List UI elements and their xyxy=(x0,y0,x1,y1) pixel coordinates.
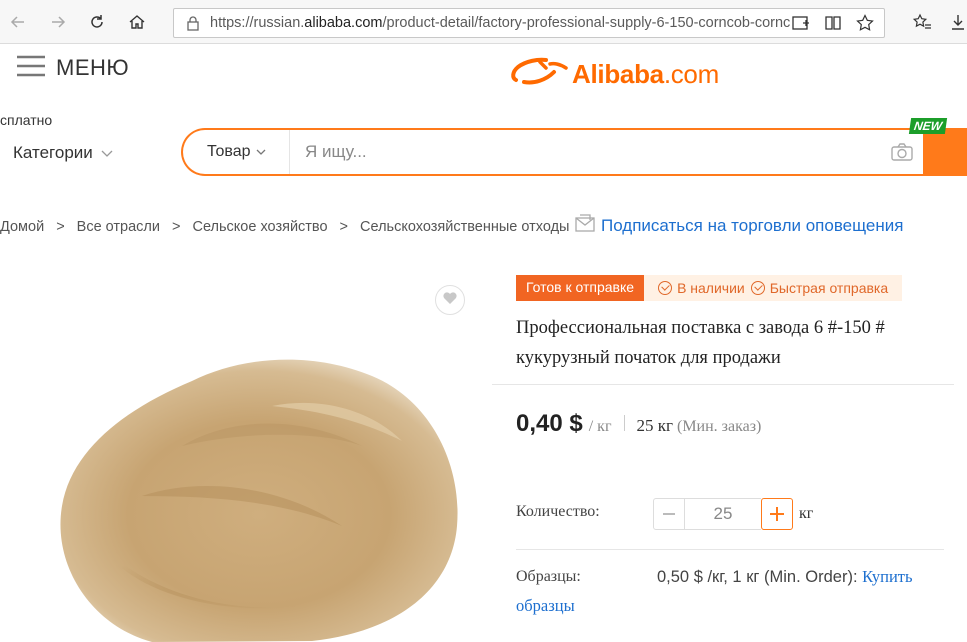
divider xyxy=(516,549,944,550)
chevron-down-icon xyxy=(256,143,266,161)
stock-badge: В наличии Быстрая отправка xyxy=(644,275,903,301)
subscribe-label: Подписаться на торговли оповещения xyxy=(601,215,904,235)
breadcrumb-item-agri-waste[interactable]: Сельскохозяйственные отходы xyxy=(360,219,569,235)
samples-price: 0,50 $ /кг, 1 кг (Min. Order): xyxy=(657,568,858,586)
tracking-icon[interactable] xyxy=(792,15,810,36)
alibaba-logo[interactable]: Alibaba.com xyxy=(510,54,719,95)
product-title: Профессиональная поставка с завода 6 #-1… xyxy=(516,318,885,368)
quantity-increase-button[interactable] xyxy=(761,498,793,530)
check-circle-icon xyxy=(750,281,765,295)
address-url: https://russian.alibaba.com/product-deta… xyxy=(210,15,790,31)
check-circle-icon xyxy=(658,281,673,295)
buy-samples-link-continued[interactable]: образцы xyxy=(516,596,575,616)
back-icon[interactable] xyxy=(4,8,32,36)
heart-icon xyxy=(442,291,458,310)
quantity-stepper: 25 кг xyxy=(653,498,813,530)
price-value: 0,40 $ xyxy=(516,410,583,437)
moq-value: 25 кг xyxy=(636,416,673,435)
samples-label: Образцы: xyxy=(516,568,581,585)
search-category-select[interactable]: Товар xyxy=(207,143,266,161)
reading-view-icon[interactable] xyxy=(824,15,842,36)
search-button[interactable] xyxy=(923,128,967,176)
ready-to-ship-badge: Готов к отправке xyxy=(516,275,645,301)
subscribe-link[interactable]: Подписаться на торговли оповещения xyxy=(575,214,903,237)
quantity-label: Количество: xyxy=(516,503,600,520)
price-separator xyxy=(623,415,625,431)
favorites-list-icon[interactable] xyxy=(908,8,936,36)
price-unit: / кг xyxy=(588,418,612,435)
price-row: 0,40 $ / кг 25 кг (Мин. заказ) xyxy=(516,410,761,438)
alibaba-logo-icon xyxy=(510,54,572,95)
in-stock-label: В наличии xyxy=(677,280,745,296)
download-icon[interactable] xyxy=(944,8,967,36)
chevron-down-icon xyxy=(101,143,113,163)
new-badge: NEW xyxy=(908,118,948,134)
hamburger-icon xyxy=(16,54,46,83)
home-icon[interactable] xyxy=(123,8,151,36)
breadcrumb-separator: > xyxy=(339,219,349,235)
search-bar: Товар Я ищу... xyxy=(181,128,941,176)
breadcrumb-item-home[interactable]: Домой xyxy=(0,219,44,235)
search-category-label: Товар xyxy=(207,143,251,160)
categories-label: Категории xyxy=(13,143,93,162)
lock-icon xyxy=(186,15,200,36)
browser-toolbar: https://russian.alibaba.com/product-deta… xyxy=(0,0,967,44)
product-badges: Готов к отправке В наличии Быстрая отпра… xyxy=(516,275,903,301)
address-bar[interactable]: https://russian.alibaba.com/product-deta… xyxy=(173,8,885,38)
breadcrumb-separator: > xyxy=(172,219,181,235)
search-input[interactable]: Я ищу... xyxy=(305,142,367,162)
breadcrumb-item-agriculture[interactable]: Сельское хозяйство xyxy=(192,219,327,235)
menu-label: МЕНЮ xyxy=(56,55,130,80)
breadcrumb: Домой > Все отрасли > Сельское хозяйство… xyxy=(0,219,569,235)
forward-icon[interactable] xyxy=(44,8,72,36)
quantity-decrease-button[interactable] xyxy=(653,498,685,530)
logo-text: Alibaba.com xyxy=(572,59,719,89)
breadcrumb-separator: > xyxy=(56,219,65,235)
favorite-heart-button[interactable] xyxy=(435,285,465,315)
moq-label: (Мин. заказ) xyxy=(677,418,762,435)
refresh-icon[interactable] xyxy=(83,8,111,36)
product-image[interactable] xyxy=(42,296,468,642)
favorite-star-icon[interactable] xyxy=(856,14,874,37)
camera-icon[interactable] xyxy=(890,142,914,167)
breadcrumb-item-all-industries[interactable]: Все отрасли xyxy=(77,219,160,235)
divider xyxy=(492,384,954,385)
mail-icon xyxy=(575,214,595,237)
quantity-unit: кг xyxy=(799,505,814,522)
buy-samples-link[interactable]: Купить xyxy=(862,567,912,586)
fast-shipping-label: Быстрая отправка xyxy=(769,280,889,296)
free-text: сплатно xyxy=(0,112,53,128)
samples-info: 0,50 $ /кг, 1 кг (Min. Order): Купить xyxy=(657,567,913,587)
categories-dropdown[interactable]: Категории xyxy=(13,143,113,163)
quantity-input[interactable]: 25 xyxy=(685,498,761,530)
menu-button[interactable]: МЕНЮ xyxy=(16,54,129,82)
search-divider xyxy=(289,130,290,174)
